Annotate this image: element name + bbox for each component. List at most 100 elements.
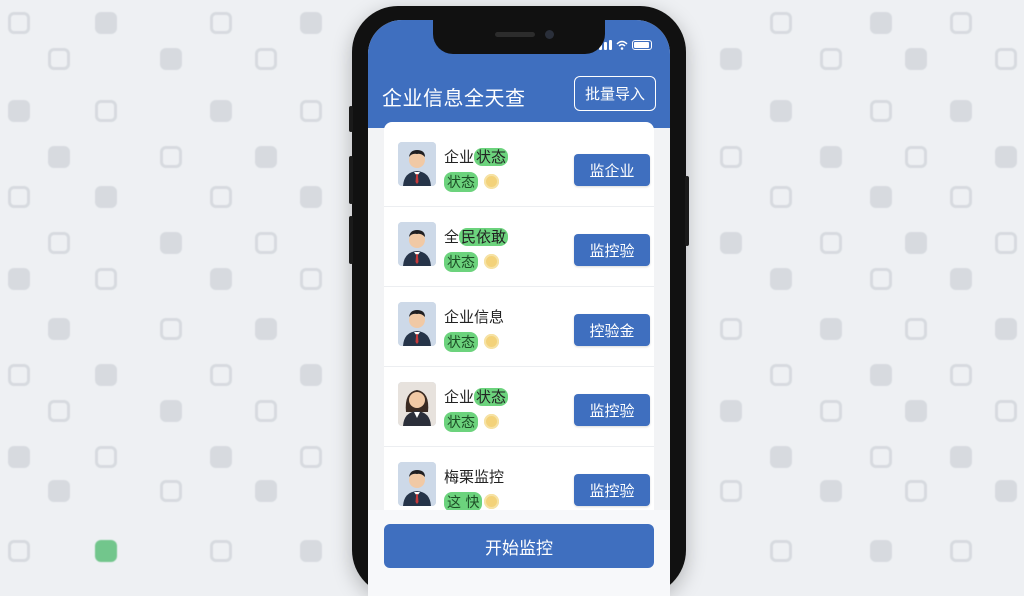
background-decor-icon <box>870 540 892 562</box>
status-badge: 这 快 <box>444 492 483 512</box>
background-decor-icon <box>820 318 842 340</box>
background-decor-icon <box>95 446 117 468</box>
background-decor-icon <box>995 400 1017 422</box>
background-decor-icon <box>950 540 972 562</box>
background-decor-icon <box>905 48 927 70</box>
background-decor-icon <box>995 480 1017 502</box>
background-decor-icon <box>950 100 972 122</box>
monitor-button[interactable]: 监控验 <box>574 234 650 266</box>
background-decor-icon <box>160 400 182 422</box>
background-decor-icon <box>870 100 892 122</box>
background-decor-icon <box>48 400 70 422</box>
company-name: 企业 状态 <box>444 386 509 407</box>
background-decor-icon <box>720 318 742 340</box>
background-decor-icon <box>995 48 1017 70</box>
background-decor-icon <box>160 318 182 340</box>
avatar <box>398 462 436 506</box>
background-decor-icon <box>905 480 927 502</box>
background-decor-icon <box>820 232 842 254</box>
monitor-button[interactable]: 监控验 <box>574 474 650 506</box>
background-decor-icon <box>300 540 322 562</box>
background-decor-icon <box>995 146 1017 168</box>
background-decor-icon <box>8 364 30 386</box>
company-name: 企业信息 <box>444 306 504 327</box>
background-decor-icon <box>905 146 927 168</box>
background-decor-icon <box>770 540 792 562</box>
status-badge: 状态 <box>444 332 478 352</box>
background-decor-icon <box>720 48 742 70</box>
monitor-button[interactable]: 控验金 <box>574 314 650 346</box>
background-decor-icon <box>770 268 792 290</box>
background-decor-icon <box>95 100 117 122</box>
coin-icon <box>484 414 499 429</box>
avatar <box>398 142 436 186</box>
background-decor-icon <box>870 364 892 386</box>
background-decor-icon <box>300 446 322 468</box>
background-decor-icon <box>905 232 927 254</box>
status-badge: 状态 <box>444 412 478 432</box>
coin-icon <box>484 174 499 189</box>
background-decor-icon <box>210 268 232 290</box>
camera-icon <box>545 30 554 39</box>
avatar <box>398 302 436 346</box>
background-decor-icon <box>995 232 1017 254</box>
background-decor-icon <box>48 480 70 502</box>
background-decor-icon <box>950 186 972 208</box>
background-decor-icon <box>870 12 892 34</box>
speaker-grille <box>495 32 535 37</box>
company-list: 企业 状态 状态 监企业全民依敢 状态 监控验 企业信息 状态 控验金 企业 状态 状态 监控验 梅栗监控… <box>384 122 654 522</box>
background-decor-icon <box>950 12 972 34</box>
status-badge: 状态 <box>444 172 478 192</box>
background-decor-icon <box>210 364 232 386</box>
background-decor-icon <box>820 48 842 70</box>
background-decor-icon <box>770 186 792 208</box>
background-decor-icon <box>255 48 277 70</box>
background-decor-icon <box>160 232 182 254</box>
start-monitoring-button[interactable]: 开始监控 <box>384 524 654 568</box>
bottom-bar: 开始监控 <box>368 510 670 596</box>
monitor-button[interactable]: 监控验 <box>574 394 650 426</box>
background-decor-icon <box>720 480 742 502</box>
company-name-text: 企业信息 <box>444 308 505 326</box>
background-decor-icon <box>8 446 30 468</box>
background-decor-icon <box>820 480 842 502</box>
background-decor-icon <box>8 186 30 208</box>
background-decor-icon <box>905 400 927 422</box>
company-name-highlight: 状态 <box>474 148 509 166</box>
background-decor-icon <box>770 100 792 122</box>
company-row[interactable]: 企业 状态 状态 监企业 <box>384 126 654 207</box>
background-decor-icon <box>300 100 322 122</box>
background-decor-icon <box>160 48 182 70</box>
page-title: 企业信息全天查 <box>382 86 526 110</box>
background-decor-icon <box>255 232 277 254</box>
background-decor-icon <box>300 186 322 208</box>
coin-icon <box>484 494 499 509</box>
company-row[interactable]: 企业 状态 状态 监控验 <box>384 366 654 447</box>
background-decor-icon <box>255 480 277 502</box>
background-decor-icon <box>48 232 70 254</box>
background-decor-icon <box>720 400 742 422</box>
background-decor-icon <box>720 232 742 254</box>
background-decor-icon <box>950 268 972 290</box>
background-decor-icon <box>95 364 117 386</box>
background-decor-icon <box>8 268 30 290</box>
background-decor-icon <box>820 400 842 422</box>
background-decor-icon <box>210 12 232 34</box>
company-name: 企业 状态 <box>444 146 509 167</box>
company-row[interactable]: 企业信息状态 控验金 <box>384 286 654 367</box>
background-decor-icon <box>300 12 322 34</box>
company-name-highlight: 民依敢 <box>459 228 509 246</box>
background-decor-icon <box>210 446 232 468</box>
batch-import-button[interactable]: 批量导入 <box>573 76 656 111</box>
background-decor-icon <box>770 364 792 386</box>
monitor-button[interactable]: 监企业 <box>574 154 650 186</box>
background-decor-icon <box>210 186 232 208</box>
background-decor-icon <box>95 268 117 290</box>
background-decor-icon <box>160 146 182 168</box>
company-name-text: 企业 <box>444 148 475 166</box>
company-name-highlight: 状态 <box>474 388 509 406</box>
battery-icon <box>632 40 652 50</box>
background-decor-icon <box>820 146 842 168</box>
company-row[interactable]: 全民依敢 状态 监控验 <box>384 206 654 287</box>
background-decor-icon <box>95 540 117 562</box>
